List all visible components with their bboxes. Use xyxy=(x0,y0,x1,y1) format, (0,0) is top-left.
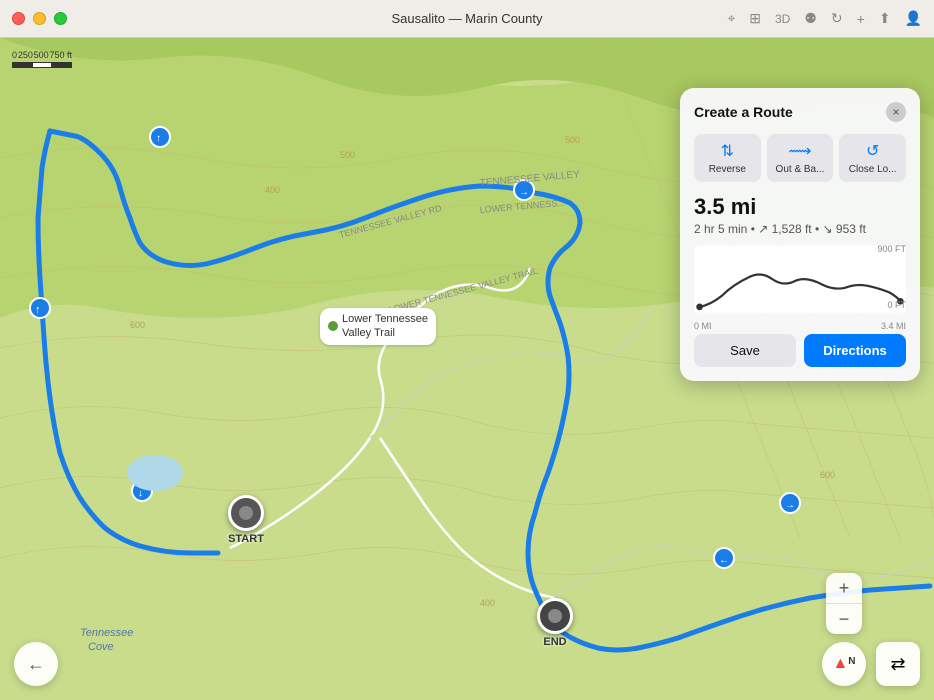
north-arrow: ▲ xyxy=(832,655,848,673)
panel-action-buttons: ⇅ Reverse ⟿ Out & Ba... ↺ Close Lo... xyxy=(694,134,906,182)
svg-text:↑: ↑ xyxy=(156,133,161,144)
add-icon[interactable]: + xyxy=(857,11,865,27)
route-panel: Create a Route × ⇅ Reverse ⟿ Out & Ba...… xyxy=(680,88,920,381)
out-back-button[interactable]: ⟿ Out & Ba... xyxy=(767,134,834,182)
elevation-y-labels: 900 FT 0 FT xyxy=(856,244,906,310)
minimize-window-button[interactable] xyxy=(33,12,46,25)
svg-text:Cove: Cove xyxy=(88,641,114,653)
action-buttons: Save Directions xyxy=(694,334,906,367)
end-marker: END xyxy=(537,598,573,648)
svg-text:Tennessee: Tennessee xyxy=(80,627,133,639)
window-title: Sausalito — Marin County xyxy=(391,11,542,26)
map-container[interactable]: ↑ → ↑ ↓ → ← TENNESSEE VALLEY TENNESSEE V… xyxy=(0,38,934,700)
svg-text:→: → xyxy=(519,187,529,198)
svg-text:600: 600 xyxy=(130,320,145,330)
close-window-button[interactable] xyxy=(12,12,25,25)
end-circle xyxy=(537,598,573,634)
trail-label: Lower Tennessee Valley Trail xyxy=(320,308,436,345)
trail-dot xyxy=(328,321,338,331)
svg-text:→: → xyxy=(785,500,795,511)
stats-detail: 2 hr 5 min • ↗ 1,528 ft • ↘ 953 ft xyxy=(694,222,906,236)
3d-label[interactable]: 3D xyxy=(775,12,790,26)
scale-line xyxy=(12,62,72,68)
maximize-window-button[interactable] xyxy=(54,12,67,25)
save-button[interactable]: Save xyxy=(694,334,796,367)
refresh-icon[interactable]: ↻ xyxy=(831,10,843,27)
trail-label-text: Lower Tennessee Valley Trail xyxy=(342,312,428,341)
start-circle xyxy=(228,495,264,531)
panel-header: Create a Route × xyxy=(694,102,906,122)
stats-section: 3.5 mi 2 hr 5 min • ↗ 1,528 ft • ↘ 953 f… xyxy=(694,194,906,236)
start-marker: START xyxy=(228,495,264,545)
elev-x-end: 3.4 MI xyxy=(881,321,906,331)
close-loop-label: Close Lo... xyxy=(849,164,897,175)
svg-text:←: ← xyxy=(719,555,729,566)
zoom-controls: + − xyxy=(826,573,862,634)
panel-close-button[interactable]: × xyxy=(886,102,906,122)
svg-text:↓: ↓ xyxy=(138,488,143,499)
zoom-north-controls: + − ▲ N xyxy=(822,573,866,686)
north-button[interactable]: ▲ N xyxy=(822,642,866,686)
north-label: N xyxy=(848,656,855,667)
zoom-out-button[interactable]: − xyxy=(826,604,862,634)
close-loop-icon: ↺ xyxy=(866,141,879,161)
start-label: START xyxy=(228,533,264,545)
out-back-icon: ⟿ xyxy=(789,141,812,161)
elev-min-label: 0 FT xyxy=(856,300,906,310)
account-icon[interactable]: 👤 xyxy=(905,10,922,27)
svg-text:400: 400 xyxy=(265,185,280,195)
svg-text:500: 500 xyxy=(340,150,355,160)
zoom-in-button[interactable]: + xyxy=(826,573,862,603)
close-loop-button[interactable]: ↺ Close Lo... xyxy=(839,134,906,182)
titlebar: ⌖ ⊞ 3D ⚉ ↻ + ⬆ 👤 Sausalito — Marin Count… xyxy=(0,0,934,38)
svg-text:500: 500 xyxy=(565,135,580,145)
svg-text:↑: ↑ xyxy=(35,304,41,316)
elevation-x-labels: 0 MI 3.4 MI xyxy=(694,321,906,331)
elev-x-start: 0 MI xyxy=(694,321,712,331)
panel-title: Create a Route xyxy=(694,104,793,120)
scale-numbers: 0 250 500 750 ft xyxy=(12,50,72,60)
scale-bar: 0 250 500 750 ft xyxy=(12,50,72,68)
location-icon[interactable]: ⌖ xyxy=(727,10,735,27)
route-filter-button[interactable]: ⇄ xyxy=(876,642,920,686)
out-back-label: Out & Ba... xyxy=(776,164,825,175)
layers-icon[interactable]: ⊞ xyxy=(749,10,761,27)
elev-max-label: 900 FT xyxy=(856,244,906,254)
directions-button[interactable]: Directions xyxy=(804,334,906,367)
elevation-chart: 900 FT 0 FT 0 MI 3.4 MI xyxy=(694,244,906,324)
end-label: END xyxy=(543,636,566,648)
stats-distance: 3.5 mi xyxy=(694,194,906,220)
reverse-button[interactable]: ⇅ Reverse xyxy=(694,134,761,182)
reverse-label: Reverse xyxy=(709,164,746,175)
svg-text:600: 600 xyxy=(820,470,835,480)
bottom-left-controls: ← xyxy=(14,642,58,686)
titlebar-right-icons: ⌖ ⊞ 3D ⚉ ↻ + ⬆ 👤 xyxy=(727,10,922,27)
bottom-right-controls: ⇄ xyxy=(876,642,920,686)
share-icon[interactable]: ⬆ xyxy=(879,10,891,27)
window-controls[interactable] xyxy=(12,12,67,25)
persons-icon[interactable]: ⚉ xyxy=(804,10,817,27)
back-button[interactable]: ← xyxy=(14,642,58,686)
svg-text:400: 400 xyxy=(480,598,495,608)
reverse-icon: ⇅ xyxy=(721,141,734,161)
